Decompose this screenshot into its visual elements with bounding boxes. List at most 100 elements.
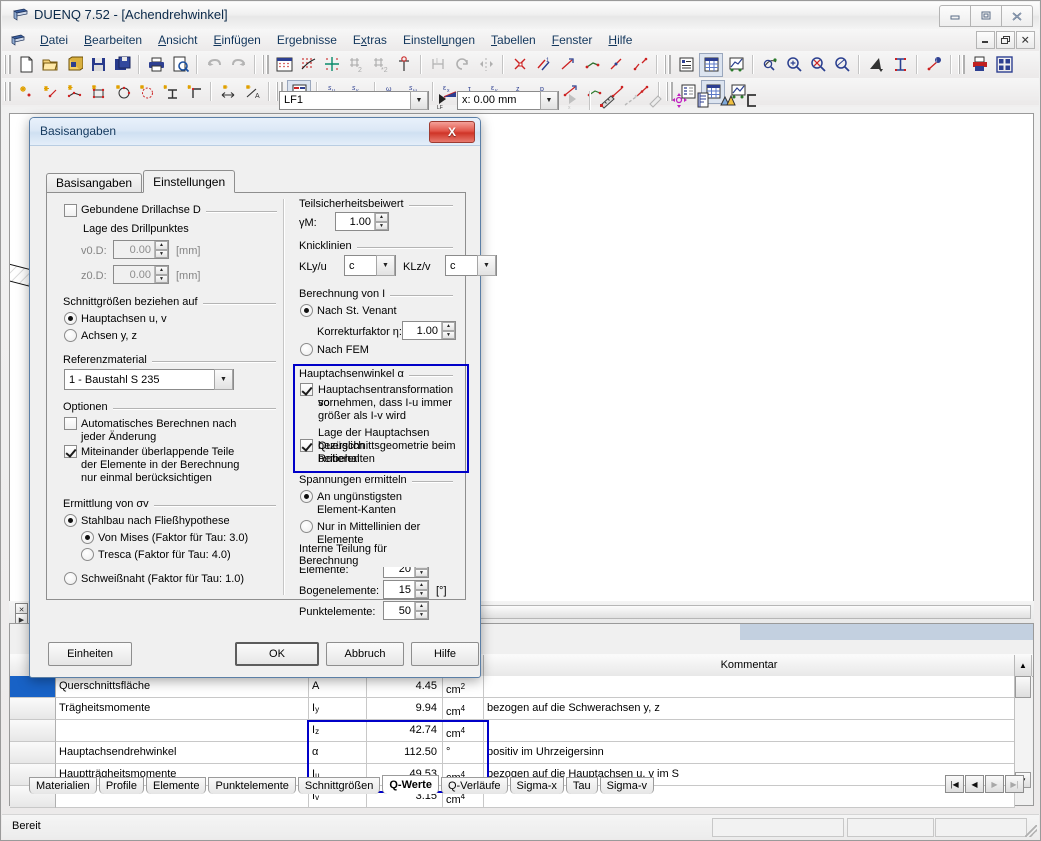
radio-ungunstigsten-kanten[interactable] — [300, 490, 313, 503]
table-cell-description[interactable]: Hauptachsendrehwinkel — [56, 742, 309, 764]
table-cell-unit[interactable]: cm2 — [443, 676, 484, 698]
nav-prev-button[interactable]: ◀ — [965, 775, 984, 793]
window-close-button[interactable] — [1001, 5, 1033, 27]
zoom-in-icon[interactable] — [783, 54, 805, 76]
table-cell-comment[interactable] — [484, 676, 1015, 698]
v0d-spinner[interactable]: 0.00 ▲ ▼ — [113, 240, 169, 259]
menu-item-hilfe[interactable]: Hilfe — [600, 31, 640, 49]
table-cell-value[interactable]: 42.74 — [367, 720, 443, 742]
menu-item-einfuegen[interactable]: Einfügen — [205, 31, 268, 49]
dialog-tab-basisangaben[interactable]: Basisangaben — [46, 173, 143, 193]
table-cell-unit[interactable]: cm4 — [443, 720, 484, 742]
x-coordinate-combo[interactable]: x: 0.00 mm ▼ — [457, 90, 559, 110]
offset-icon[interactable]: 1 — [533, 54, 555, 76]
tab-punktelemente[interactable]: Punktelemente — [208, 777, 296, 794]
table-row[interactable]: Hauptachsendrehwinkel α 112.50 ° positiv im … — [10, 742, 1033, 764]
dialog-close-button[interactable]: X — [429, 121, 475, 143]
table-cell-symbol[interactable]: Iz — [309, 720, 367, 742]
tab-sigma-v[interactable]: Sigma-v — [599, 777, 654, 794]
redo-icon[interactable] — [227, 54, 249, 76]
tab-q-werte[interactable]: Q-Werte — [382, 775, 439, 794]
tab-tau[interactable]: Tau — [565, 777, 598, 794]
point-grid-icon[interactable] — [297, 54, 319, 76]
tab-schnittgr-en[interactable]: Schnittgrößen — [297, 777, 381, 794]
table-row-header[interactable] — [10, 676, 56, 698]
punkt-spin-buttons[interactable]: ▲ ▼ — [414, 602, 428, 619]
toolbar-grip[interactable] — [4, 55, 11, 74]
report-icon[interactable] — [692, 89, 714, 111]
scale-compare-icon[interactable] — [716, 89, 738, 111]
kl-zv-combo[interactable]: c ▼ — [445, 255, 497, 276]
load-case-combo[interactable]: LF1 ▼ — [279, 90, 429, 110]
grid-star-icon[interactable]: *2 — [369, 54, 391, 76]
toolbar-grip[interactable] — [958, 55, 965, 74]
open-file-icon[interactable] — [39, 54, 61, 76]
window-minimize-button[interactable] — [939, 5, 971, 27]
table-row-header[interactable] — [10, 698, 56, 720]
menu-item-tabellen[interactable]: Tabellen — [483, 31, 544, 49]
split-icon[interactable] — [629, 54, 651, 76]
table-scroll-up-button[interactable]: ▲ — [1015, 654, 1032, 676]
eraser-icon[interactable] — [644, 89, 666, 111]
z0d-spinner[interactable]: 0.00 ▲ ▼ — [113, 265, 169, 284]
zoom-out-icon[interactable] — [807, 54, 829, 76]
scrollbar-thumb[interactable] — [1015, 676, 1031, 698]
drillachse-checkbox[interactable] — [64, 204, 77, 217]
radio-achsen-yz[interactable] — [64, 329, 77, 342]
korr-spin-buttons[interactable]: ▲ ▼ — [441, 322, 455, 339]
korrekturfaktor-spinner[interactable]: 1.00 ▲ ▼ — [402, 321, 456, 340]
punktelemente-spinner[interactable]: 50 ▲ ▼ — [383, 601, 429, 620]
menu-item-fenster[interactable]: Fenster — [544, 31, 601, 49]
nav-last-button[interactable]: ▶| — [1005, 775, 1024, 793]
new-file-icon[interactable] — [15, 54, 37, 76]
radio-schweissnaht[interactable] — [64, 572, 77, 585]
bogenelemente-spinner[interactable]: 15 ▲ ▼ — [383, 580, 429, 599]
table-row[interactable]: Iz 42.74 cm4 — [10, 720, 1033, 742]
chevron-down-icon[interactable]: ▼ — [477, 255, 496, 276]
table-cell-symbol[interactable]: Iy — [309, 698, 367, 720]
render-icon[interactable] — [759, 54, 781, 76]
connect-icon[interactable] — [581, 54, 603, 76]
radio-tresca[interactable] — [81, 548, 94, 561]
toolbar-grip[interactable] — [664, 55, 671, 74]
table-cell-value[interactable]: 112.50 — [367, 742, 443, 764]
move-icon[interactable] — [668, 89, 690, 111]
graph-icon[interactable] — [725, 54, 747, 76]
tab-materialien[interactable]: Materialien — [29, 777, 97, 794]
z0d-spin-buttons[interactable]: ▲ ▼ — [154, 266, 168, 283]
rotate-icon[interactable] — [451, 54, 473, 76]
chevron-down-icon[interactable]: ▼ — [376, 255, 395, 276]
table-cell-unit[interactable]: cm4 — [443, 698, 484, 720]
menu-item-ergebnisse[interactable]: Ergebnisse — [269, 31, 345, 49]
ok-button[interactable]: OK — [235, 642, 319, 666]
overlap-checkbox[interactable] — [64, 445, 77, 458]
toolbar-grip[interactable] — [262, 55, 269, 74]
info-point-icon[interactable]: i — [923, 54, 945, 76]
zoom-region-icon[interactable] — [831, 54, 853, 76]
menu-item-einstellungen[interactable]: Einstellungen — [395, 31, 483, 49]
save-icon[interactable] — [87, 54, 109, 76]
open-project-icon[interactable] — [63, 54, 85, 76]
print-preview-icon[interactable] — [169, 54, 191, 76]
table-row[interactable]: Querschnittsfläche A 4.45 cm2 — [10, 676, 1033, 698]
section-icon[interactable] — [889, 54, 911, 76]
radio-st-venant[interactable] — [300, 304, 313, 317]
table-cell-comment[interactable]: positiv im Uhrzeigersinn — [484, 742, 1015, 764]
tab-profile[interactable]: Profile — [98, 777, 144, 794]
radio-mittellinien[interactable] — [300, 520, 313, 533]
dialog-tab-einstellungen[interactable]: Einstellungen — [143, 170, 236, 193]
tab-sigma-x[interactable]: Sigma-x — [509, 777, 564, 794]
abbruch-button[interactable]: Abbruch — [326, 642, 404, 666]
principal-transform-checkbox[interactable] — [300, 383, 313, 396]
auto-calc-checkbox[interactable] — [64, 417, 77, 430]
print-report-icon[interactable] — [969, 54, 991, 76]
radio-stahlbau[interactable] — [64, 514, 77, 527]
v0d-spin-buttons[interactable]: ▲ ▼ — [154, 241, 168, 258]
shading-icon[interactable] — [865, 54, 887, 76]
menu-item-ansicht[interactable]: Ansicht — [150, 31, 205, 49]
chevron-down-icon[interactable]: ▼ — [214, 369, 233, 390]
bogen-spin-buttons[interactable]: ▲ ▼ — [414, 581, 428, 598]
mdi-minimize-button[interactable] — [976, 31, 995, 49]
menu-item-datei[interactable]: Datei — [32, 31, 76, 49]
intersect-icon[interactable] — [509, 54, 531, 76]
